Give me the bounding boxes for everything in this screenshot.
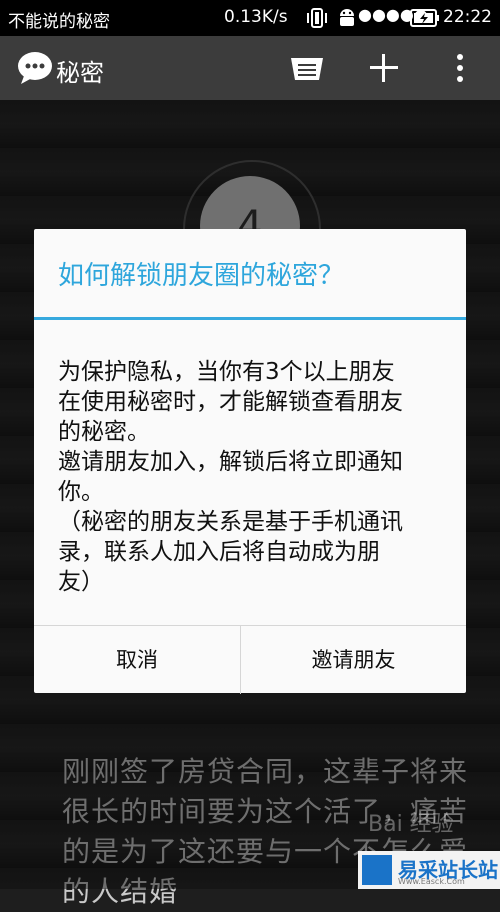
battery-icon bbox=[410, 9, 440, 32]
carrier-name: 不能说的秘密 bbox=[8, 12, 110, 32]
dialog-message-line: 邀请朋友加入，解锁后将立即通知 bbox=[58, 449, 403, 475]
dialog-message-line: 在使用秘密时，才能解锁查看朋友 bbox=[58, 389, 403, 415]
dialog-message-line: （秘密的朋友关系是基于手机通讯 bbox=[58, 509, 403, 535]
status-bar: 不能说的秘密 0.13K/s ●●●●● 22:22 bbox=[0, 0, 500, 36]
clock: 22:22 bbox=[443, 7, 492, 27]
site-watermark: 易采站长站 Www.Easck.Com bbox=[358, 851, 500, 889]
dialog-message-line: 为保护隐私，当你有3个以上朋友 bbox=[58, 359, 395, 385]
android-debug-icon bbox=[336, 6, 358, 35]
overflow-menu-icon[interactable] bbox=[440, 48, 480, 88]
site-logo-icon bbox=[362, 855, 392, 885]
network-speed: 0.13K/s bbox=[224, 7, 288, 27]
dialog-button-row: 取消 邀请朋友 bbox=[34, 625, 466, 694]
baidu-watermark: Bai 经验 bbox=[368, 812, 454, 837]
cancel-button[interactable]: 取消 bbox=[34, 626, 240, 694]
app-title: 秘密 bbox=[56, 59, 104, 87]
unlock-dialog: 如何解锁朋友圈的秘密？ 为保护隐私，当你有3个以上朋友 在使用秘密时，才能解锁查… bbox=[34, 229, 466, 694]
vibrate-icon bbox=[306, 6, 328, 35]
dialog-message: 为保护隐私，当你有3个以上朋友 在使用秘密时，才能解锁查看朋友 的秘密。 邀请朋… bbox=[58, 357, 448, 597]
dialog-title: 如何解锁朋友圈的秘密？ bbox=[58, 261, 345, 291]
dialog-message-line: 友） bbox=[58, 569, 104, 595]
site-watermark-url: Www.Easck.Com bbox=[398, 877, 465, 886]
action-bar: 秘密 bbox=[0, 36, 500, 100]
dialog-message-line: 你。 bbox=[58, 479, 104, 505]
dialog-message-line: 录，联系人加入后将自动成为朋 bbox=[58, 539, 380, 565]
add-icon[interactable] bbox=[364, 48, 404, 88]
dialog-message-line: 的秘密。 bbox=[58, 419, 150, 445]
chat-bubble-icon[interactable] bbox=[16, 50, 56, 86]
compose-icon[interactable] bbox=[287, 48, 327, 88]
invite-friends-button[interactable]: 邀请朋友 bbox=[241, 626, 466, 694]
dialog-divider bbox=[34, 317, 466, 320]
